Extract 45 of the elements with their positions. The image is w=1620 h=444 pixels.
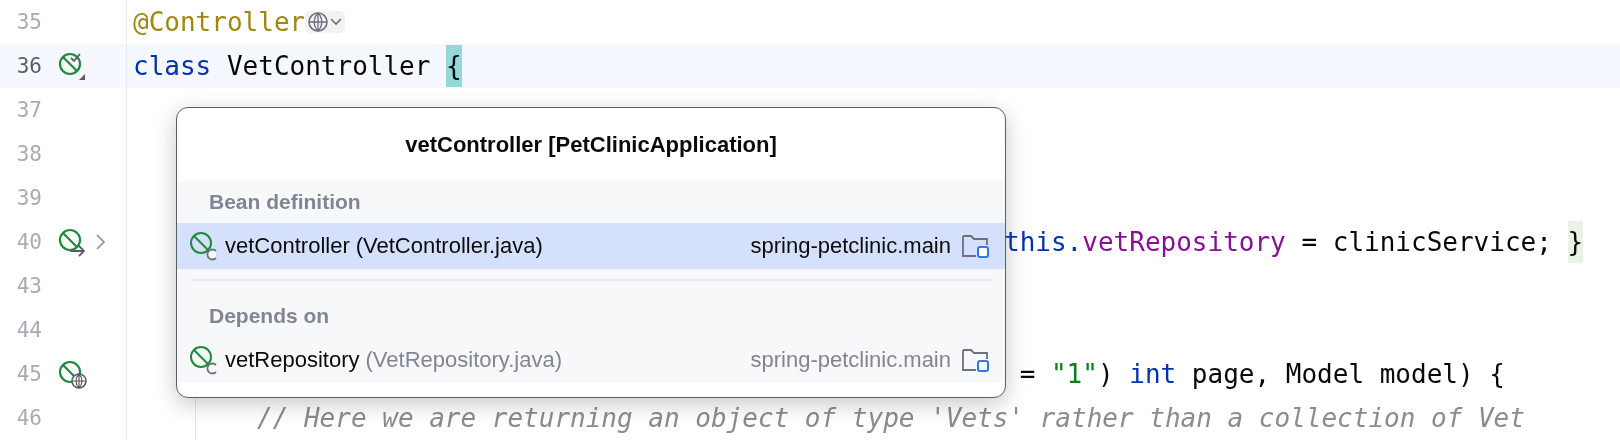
bean-module: spring-petclinic.main	[750, 233, 951, 259]
line-number: 43	[15, 274, 42, 298]
line-number: 40	[15, 230, 42, 254]
bean-item[interactable]: vetRepository (VetRepository.java) spring-petclinic.main	[177, 337, 1005, 383]
code-token: page, Model model) {	[1190, 358, 1505, 391]
code-token: this.	[1004, 226, 1083, 259]
code-token: int	[1129, 358, 1177, 391]
line-number: 45	[15, 362, 42, 386]
bean-name: vetRepository	[225, 347, 360, 373]
popup-title: vetController [PetClinicApplication]	[404, 130, 778, 159]
line-number: 37	[15, 98, 42, 122]
code-token: VetController	[225, 50, 432, 83]
line-number: 36	[15, 54, 42, 78]
line-number: 44	[15, 318, 42, 342]
code-comment: // Here we are returning an object of type 'Vets' rather than a collection of Vet	[257, 402, 1525, 435]
line-number: 38	[15, 142, 42, 166]
line-number: 35	[15, 10, 42, 34]
globe-icon	[307, 11, 330, 33]
bean-class-icon	[189, 345, 219, 375]
bean-globe-icon[interactable]	[57, 359, 87, 389]
folder-icon	[961, 232, 991, 260]
code-token: )	[1097, 358, 1115, 391]
bean-item[interactable]: vetController (VetController.java) spring-petclinic.main	[177, 223, 1005, 269]
bean-module: spring-petclinic.main	[750, 347, 951, 373]
inlay-hint[interactable]	[305, 11, 346, 33]
bean-check-icon[interactable]	[57, 51, 87, 81]
code-token: vetRepository	[1082, 226, 1286, 259]
bean-file: (VetController.java)	[355, 233, 543, 259]
code-token: =	[1018, 358, 1037, 391]
bean-class-icon	[189, 231, 219, 261]
line-number: 46	[15, 406, 42, 430]
code-token: @Controller	[133, 6, 306, 39]
code-token: }	[1567, 221, 1584, 263]
code-token: "1"	[1050, 358, 1098, 391]
folder-icon	[961, 346, 991, 374]
code-token: {	[446, 45, 462, 87]
bean-name: vetController	[225, 233, 350, 259]
code-token: = clinicService;	[1300, 226, 1553, 259]
bean-arrow-icon[interactable]	[57, 227, 87, 257]
section-heading: Bean definition	[208, 189, 362, 215]
bean-file: (VetRepository.java)	[365, 347, 562, 373]
chevron-right-icon[interactable]	[94, 233, 106, 251]
section-heading: Depends on	[208, 303, 331, 329]
code-token: class	[133, 50, 212, 83]
line-number: 39	[15, 186, 42, 210]
